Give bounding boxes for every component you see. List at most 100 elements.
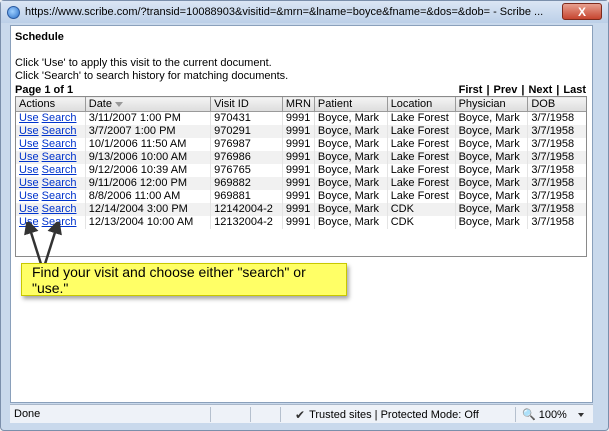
header-dob[interactable]: DOB xyxy=(527,96,587,112)
cell-location: Lake Forest xyxy=(386,111,456,125)
cell-mrn: 9991 xyxy=(281,215,315,229)
chevron-down-icon[interactable] xyxy=(577,412,584,417)
search-link[interactable]: Search xyxy=(42,164,77,176)
status-done: Done xyxy=(14,408,41,420)
status-divider xyxy=(280,407,281,422)
header-patient[interactable]: Patient xyxy=(313,96,388,112)
cell-patient: Boyce, Mark xyxy=(313,215,388,229)
pager-separator: | xyxy=(486,84,490,96)
cell-dob: 3/7/1958 xyxy=(527,124,587,138)
status-divider xyxy=(250,407,251,422)
cell-location: CDK xyxy=(386,215,456,229)
cell-location: Lake Forest xyxy=(386,137,456,151)
close-button[interactable]: X xyxy=(562,3,602,20)
cell-mrn: 9991 xyxy=(281,189,315,203)
search-link[interactable]: Search xyxy=(42,177,77,189)
header-visit-id[interactable]: Visit ID xyxy=(210,96,283,112)
pager-next-link[interactable]: Next xyxy=(528,84,552,96)
cell-mrn: 9991 xyxy=(281,137,315,151)
header-date-label: Date xyxy=(88,98,112,110)
cell-date: 12/14/2004 3:00 PM xyxy=(84,202,211,216)
cell-visit-id: 12142004-2 xyxy=(210,202,283,216)
header-date[interactable]: Date xyxy=(84,96,212,112)
cell-actions: Use Search xyxy=(15,176,86,190)
pager-separator: | xyxy=(556,84,560,96)
cell-physician: Boyce, Mark xyxy=(454,176,528,190)
use-link[interactable]: Use xyxy=(19,203,39,215)
pager-prev-link[interactable]: Prev xyxy=(494,84,518,96)
pager-first-link[interactable]: First xyxy=(459,84,483,96)
cell-actions: Use Search xyxy=(15,215,86,229)
instruction-callout: Find your visit and choose either "searc… xyxy=(21,263,347,296)
security-zone[interactable]: ✔ Trusted sites | Protected Mode: Off xyxy=(295,408,479,422)
use-link[interactable]: Use xyxy=(19,216,39,228)
cell-dob: 3/7/1958 xyxy=(527,137,587,151)
status-divider xyxy=(515,407,516,422)
cell-visit-id: 970431 xyxy=(210,111,283,125)
cell-visit-id: 12132004-2 xyxy=(210,215,283,229)
magnifier-icon: 🔍 xyxy=(522,409,536,421)
cell-dob: 3/7/1958 xyxy=(527,215,587,229)
search-link[interactable]: Search xyxy=(42,151,77,163)
cell-actions: Use Search xyxy=(15,150,86,164)
cell-date: 3/7/2007 1:00 PM xyxy=(84,124,211,138)
cell-actions: Use Search xyxy=(15,202,86,216)
table-row: Use Search 10/1/2006 11:50 AM 976987 9991 Bo… xyxy=(15,137,587,151)
zoom-control[interactable]: 🔍 100% xyxy=(522,408,584,421)
cell-dob: 3/7/1958 xyxy=(527,150,587,164)
search-link[interactable]: Search xyxy=(42,216,77,228)
cell-dob: 3/7/1958 xyxy=(527,189,587,203)
title-bar[interactable]: https://www.scribe.com/?transid=10088903… xyxy=(1,1,608,23)
table-row: Use Search 8/8/2006 11:00 AM 969881 9991 Boy… xyxy=(15,189,587,203)
cell-date: 8/8/2006 11:00 AM xyxy=(84,189,211,203)
cell-visit-id: 976765 xyxy=(210,163,283,177)
use-link[interactable]: Use xyxy=(19,112,39,124)
cell-mrn: 9991 xyxy=(281,202,315,216)
cell-physician: Boyce, Mark xyxy=(454,202,528,216)
globe-icon xyxy=(7,5,20,19)
cell-physician: Boyce, Mark xyxy=(454,150,528,164)
cell-date: 9/11/2006 12:00 PM xyxy=(84,176,211,190)
cell-dob: 3/7/1958 xyxy=(527,111,587,125)
header-actions: Actions xyxy=(15,96,86,112)
cell-location: Lake Forest xyxy=(386,163,456,177)
cell-patient: Boyce, Mark xyxy=(313,202,388,216)
checkmark-icon: ✔ xyxy=(295,408,306,422)
cell-mrn: 9991 xyxy=(281,111,315,125)
header-location[interactable]: Location xyxy=(386,96,456,112)
cell-actions: Use Search xyxy=(15,163,86,177)
cell-mrn: 9991 xyxy=(281,163,315,177)
use-link[interactable]: Use xyxy=(19,164,39,176)
pager-separator: | xyxy=(521,84,525,96)
cell-patient: Boyce, Mark xyxy=(313,111,388,125)
search-link[interactable]: Search xyxy=(42,125,77,137)
search-link[interactable]: Search xyxy=(42,112,77,124)
table-row: Use Search 3/11/2007 1:00 PM 970431 9991 Boy… xyxy=(15,111,587,125)
search-link[interactable]: Search xyxy=(42,190,77,202)
browser-popup-window: https://www.scribe.com/?transid=10088903… xyxy=(0,0,609,431)
header-physician[interactable]: Physician xyxy=(454,96,529,112)
table-header-row: Actions Date Visit ID MRN Patient Locati… xyxy=(15,96,587,112)
header-mrn[interactable]: MRN xyxy=(281,96,315,112)
instruction-use: Click 'Use' to apply this visit to the c… xyxy=(15,57,272,69)
use-link[interactable]: Use xyxy=(19,190,39,202)
cell-patient: Boyce, Mark xyxy=(313,150,388,164)
pager-last-link[interactable]: Last xyxy=(563,84,586,96)
use-link[interactable]: Use xyxy=(19,125,39,137)
cell-location: CDK xyxy=(386,202,456,216)
use-link[interactable]: Use xyxy=(19,138,39,150)
use-link[interactable]: Use xyxy=(19,151,39,163)
cell-visit-id: 969882 xyxy=(210,176,283,190)
table-row: Use Search 12/14/2004 3:00 PM 12142004-2 99… xyxy=(15,202,587,216)
cell-date: 12/13/2004 10:00 AM xyxy=(84,215,211,229)
cell-patient: Boyce, Mark xyxy=(313,137,388,151)
cell-physician: Boyce, Mark xyxy=(454,189,528,203)
zoom-level: 100% xyxy=(538,408,567,421)
table-row: Use Search 9/12/2006 10:39 AM 976765 9991 Bo… xyxy=(15,163,587,177)
use-link[interactable]: Use xyxy=(19,177,39,189)
search-link[interactable]: Search xyxy=(42,203,77,215)
search-link[interactable]: Search xyxy=(42,138,77,150)
cell-visit-id: 976987 xyxy=(210,137,283,151)
cell-dob: 3/7/1958 xyxy=(527,202,587,216)
cell-patient: Boyce, Mark xyxy=(313,163,388,177)
